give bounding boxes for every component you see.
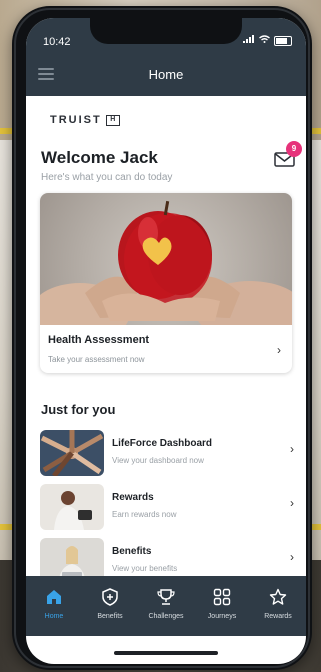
list-item-lifeforce[interactable]: LifeForce Dashboard View your dashboard … bbox=[40, 430, 306, 482]
star-icon bbox=[269, 588, 287, 605]
signal-icon bbox=[243, 35, 255, 46]
tab-benefits[interactable]: Benefits bbox=[82, 576, 138, 636]
list-item-rewards[interactable]: Rewards Earn rewards now › bbox=[40, 484, 306, 536]
list-item-title: Benefits bbox=[112, 546, 152, 557]
grid-icon bbox=[213, 588, 231, 606]
notification-badge: 9 bbox=[286, 141, 302, 157]
trophy-icon bbox=[157, 589, 175, 605]
top-bar: 10:42 Home bbox=[26, 18, 306, 96]
page-title: Home bbox=[148, 67, 184, 82]
chevron-right-icon: › bbox=[277, 343, 281, 357]
tab-journeys[interactable]: Journeys bbox=[194, 576, 250, 636]
chevron-right-icon: › bbox=[290, 442, 294, 456]
health-assessment-card[interactable]: Health Assessment Take your assessment n… bbox=[40, 193, 292, 373]
brand-logo: TRUIST H bbox=[50, 114, 120, 126]
tab-challenges[interactable]: Challenges bbox=[138, 576, 194, 636]
chevron-right-icon: › bbox=[290, 496, 294, 510]
status-time: 10:42 bbox=[43, 36, 71, 48]
battery-icon bbox=[274, 35, 292, 46]
card-title: Health Assessment bbox=[48, 334, 150, 346]
wifi-icon bbox=[259, 35, 270, 46]
home-icon bbox=[47, 590, 61, 604]
tab-label: Benefits bbox=[97, 613, 123, 620]
welcome-subtitle: Here's what you can do today bbox=[41, 172, 173, 183]
brand-name: TRUIST bbox=[50, 114, 102, 126]
list-item-subtitle: View your benefits bbox=[112, 564, 178, 573]
tab-label: Journeys bbox=[207, 613, 237, 620]
list-item-title: LifeForce Dashboard bbox=[112, 438, 213, 449]
chevron-right-icon: › bbox=[290, 550, 294, 564]
brand-mark: H bbox=[105, 114, 120, 126]
home-indicator[interactable] bbox=[114, 651, 218, 655]
rewards-thumbnail bbox=[40, 484, 104, 530]
list-item-subtitle: Earn rewards now bbox=[112, 510, 177, 519]
phone-screen: 10:42 Home TRUIST H Welcome Jack Here's … bbox=[26, 18, 306, 664]
apple-hands-image bbox=[40, 193, 292, 343]
lifeforce-thumbnail bbox=[40, 430, 104, 476]
card-subtitle: Take your assessment now bbox=[48, 355, 145, 364]
section-title: Just for you bbox=[41, 402, 116, 417]
shield-plus-icon bbox=[102, 588, 118, 606]
notch bbox=[90, 18, 242, 44]
list-item-subtitle: View your dashboard now bbox=[112, 456, 204, 465]
welcome-heading: Welcome Jack bbox=[41, 148, 158, 167]
list-item-title: Rewards bbox=[112, 492, 154, 503]
tab-label: Challenges bbox=[148, 613, 184, 620]
status-icons bbox=[243, 35, 292, 46]
tab-bar: Home Benefits Challenges Journeys Reward… bbox=[26, 576, 306, 636]
tab-rewards[interactable]: Rewards bbox=[250, 576, 306, 636]
tab-label: Rewards bbox=[264, 613, 292, 620]
tab-label: Home bbox=[44, 613, 64, 620]
tab-home[interactable]: Home bbox=[26, 576, 82, 636]
